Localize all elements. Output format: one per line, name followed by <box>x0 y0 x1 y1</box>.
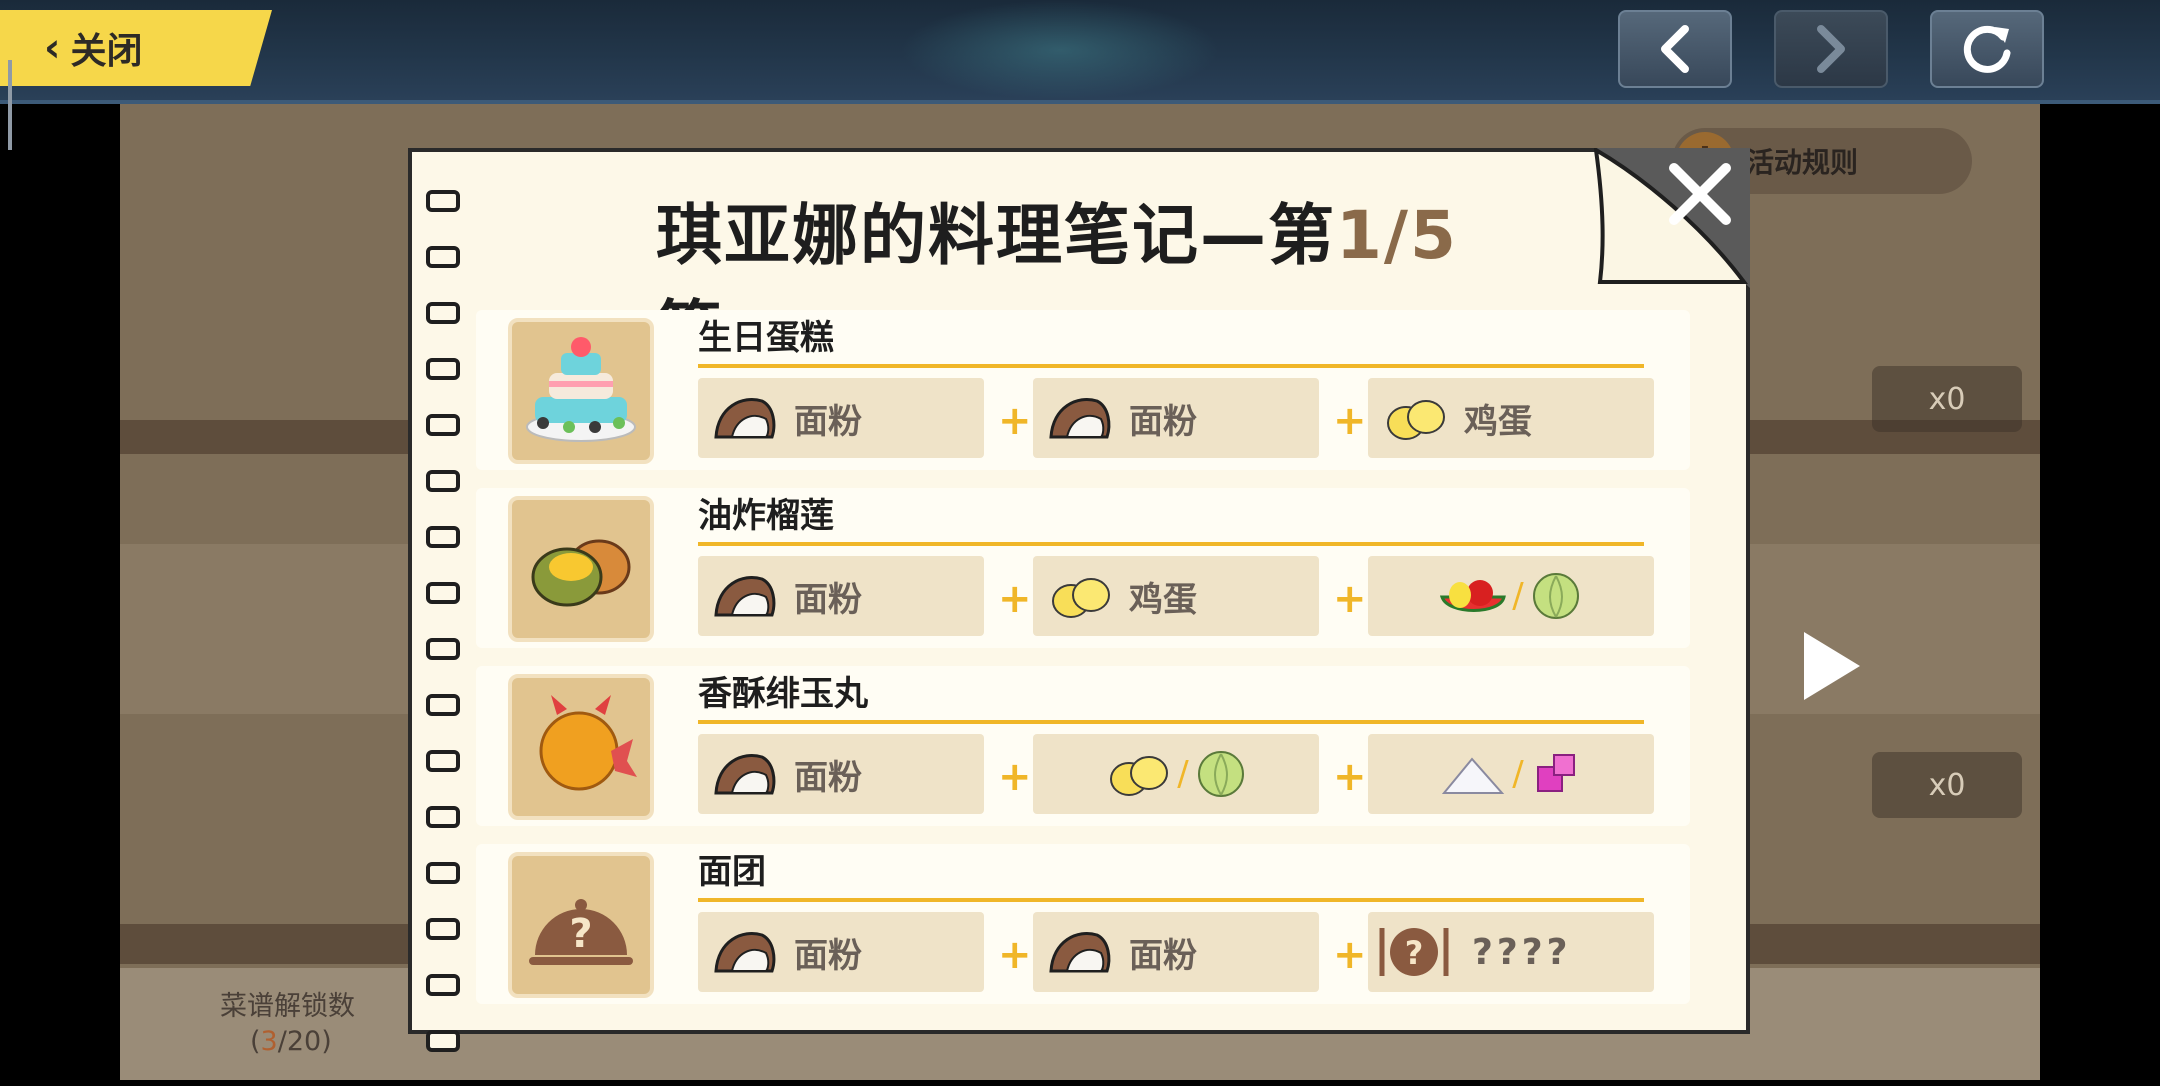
close-button[interactable]: ‹ 关闭 <box>0 10 272 86</box>
close-dialog-button[interactable] <box>1594 148 1750 288</box>
slash-separator: / <box>1512 754 1524 794</box>
divider <box>698 720 1644 724</box>
activity-rules-label: 活动规则 <box>1746 146 1859 179</box>
recipe-row[interactable]: 香酥绯玉丸 面粉 + / + / <box>476 666 1690 826</box>
top-bar: ‹ 关闭 <box>0 0 2160 104</box>
slash-separator: / <box>1512 576 1524 616</box>
svg-text:?: ? <box>569 911 592 957</box>
chevron-right-icon <box>1817 25 1845 73</box>
ingredient-slot: / <box>1368 556 1654 636</box>
flour-icon <box>1049 398 1111 439</box>
unknown-ingredient-label: ???? <box>1472 931 1572 973</box>
ingredient-label: 面粉 <box>794 935 862 976</box>
egg-icon <box>1052 578 1110 618</box>
cabbage-icon <box>1532 573 1579 619</box>
plus-sign: + <box>998 754 1032 800</box>
plus-sign: + <box>998 932 1032 978</box>
ingredient-slot: 面粉 <box>698 734 984 814</box>
flour-icon <box>714 576 776 617</box>
slash-separator: / <box>1177 754 1189 794</box>
notebook-rings <box>426 190 460 1086</box>
mystery-dish-icon: ? <box>1379 928 1449 976</box>
ingredient-label: 面粉 <box>794 401 862 442</box>
plus-sign: + <box>998 576 1032 622</box>
recipe-unlock-label: 菜谱解锁数 <box>220 991 355 1022</box>
recipe-unlock-count: (3/20) <box>250 1026 332 1057</box>
recipe-row[interactable]: 油炸榴莲 面粉 + 鸡蛋 + / <box>476 488 1690 648</box>
divider <box>698 898 1644 902</box>
birthday-cake-icon <box>508 318 654 464</box>
svg-text:?: ? <box>1405 934 1424 972</box>
ingredient-slot: 鸡蛋 <box>1033 556 1319 636</box>
ingredient-slot: / <box>1033 734 1319 814</box>
recipe-notebook-dialog: 琪亚娜的料理笔记—第1/5篇 生日蛋糕 <box>408 148 1750 1052</box>
ingredient-slot: ? ???? <box>1368 912 1654 992</box>
egg-icon <box>1387 400 1445 440</box>
forward-button[interactable] <box>1774 10 1888 88</box>
next-arrow-icon[interactable] <box>1800 628 1864 704</box>
ingredient-label: 面粉 <box>1129 401 1197 442</box>
ingredient-slot: / <box>1368 734 1654 814</box>
chevron-left-icon: ‹ <box>44 25 61 71</box>
refresh-button[interactable] <box>1930 10 2044 88</box>
candy-icon <box>1536 754 1575 792</box>
plus-sign: + <box>1333 576 1367 622</box>
ingredient-slot: 面粉 <box>1033 378 1319 458</box>
back-button[interactable] <box>1618 10 1732 88</box>
ingredient-slot: 面粉 <box>698 556 984 636</box>
vegetable-counter: x0 <box>1872 752 2022 818</box>
recipe-name: 面团 <box>698 852 766 892</box>
divider <box>698 542 1644 546</box>
flour-icon <box>714 932 776 973</box>
ingredient-label: 鸡蛋 <box>1464 401 1532 442</box>
fruit-icon <box>1440 580 1507 612</box>
fried-durian-icon <box>508 496 654 642</box>
recipe-name: 油炸榴莲 <box>698 496 834 536</box>
scroll-indicator <box>8 60 12 150</box>
plus-sign: + <box>1333 754 1367 800</box>
locked-dish-icon: ? <box>508 852 654 998</box>
flour-icon <box>714 398 776 439</box>
cabbage-icon <box>1197 751 1244 797</box>
ingredient-label: 鸡蛋 <box>1129 579 1197 620</box>
plus-sign: + <box>998 398 1032 444</box>
recipe-name: 香酥绯玉丸 <box>698 674 868 714</box>
plus-sign: + <box>1333 932 1367 978</box>
ingredient-slot: 鸡蛋 <box>1368 378 1654 458</box>
plus-sign: + <box>1333 398 1367 444</box>
recipe-row[interactable]: ? 面团 面粉 + 面粉 + ? ???? <box>476 844 1690 1004</box>
flour-icon <box>1049 932 1111 973</box>
chevron-left-icon <box>1661 25 1689 73</box>
ingredient-label: 面粉 <box>794 579 862 620</box>
ingredient-slot: 面粉 <box>698 912 984 992</box>
ingredient-label: 面粉 <box>1129 935 1197 976</box>
salt-icon <box>1442 757 1505 794</box>
recipe-row[interactable]: 生日蛋糕 面粉 + 面粉 + 鸡蛋 <box>476 310 1690 470</box>
close-button-label: 关闭 <box>70 31 143 72</box>
crispy-ball-icon <box>508 674 654 820</box>
flour-icon <box>714 754 776 795</box>
ingredient-slot: 面粉 <box>1033 912 1319 992</box>
recipe-name: 生日蛋糕 <box>698 318 834 358</box>
fruit-counter: x0 <box>1872 366 2022 432</box>
ingredient-slot: 面粉 <box>698 378 984 458</box>
refresh-icon <box>1963 25 2011 73</box>
divider <box>698 364 1644 368</box>
egg-icon <box>1110 756 1169 796</box>
ingredient-label: 面粉 <box>794 757 862 798</box>
